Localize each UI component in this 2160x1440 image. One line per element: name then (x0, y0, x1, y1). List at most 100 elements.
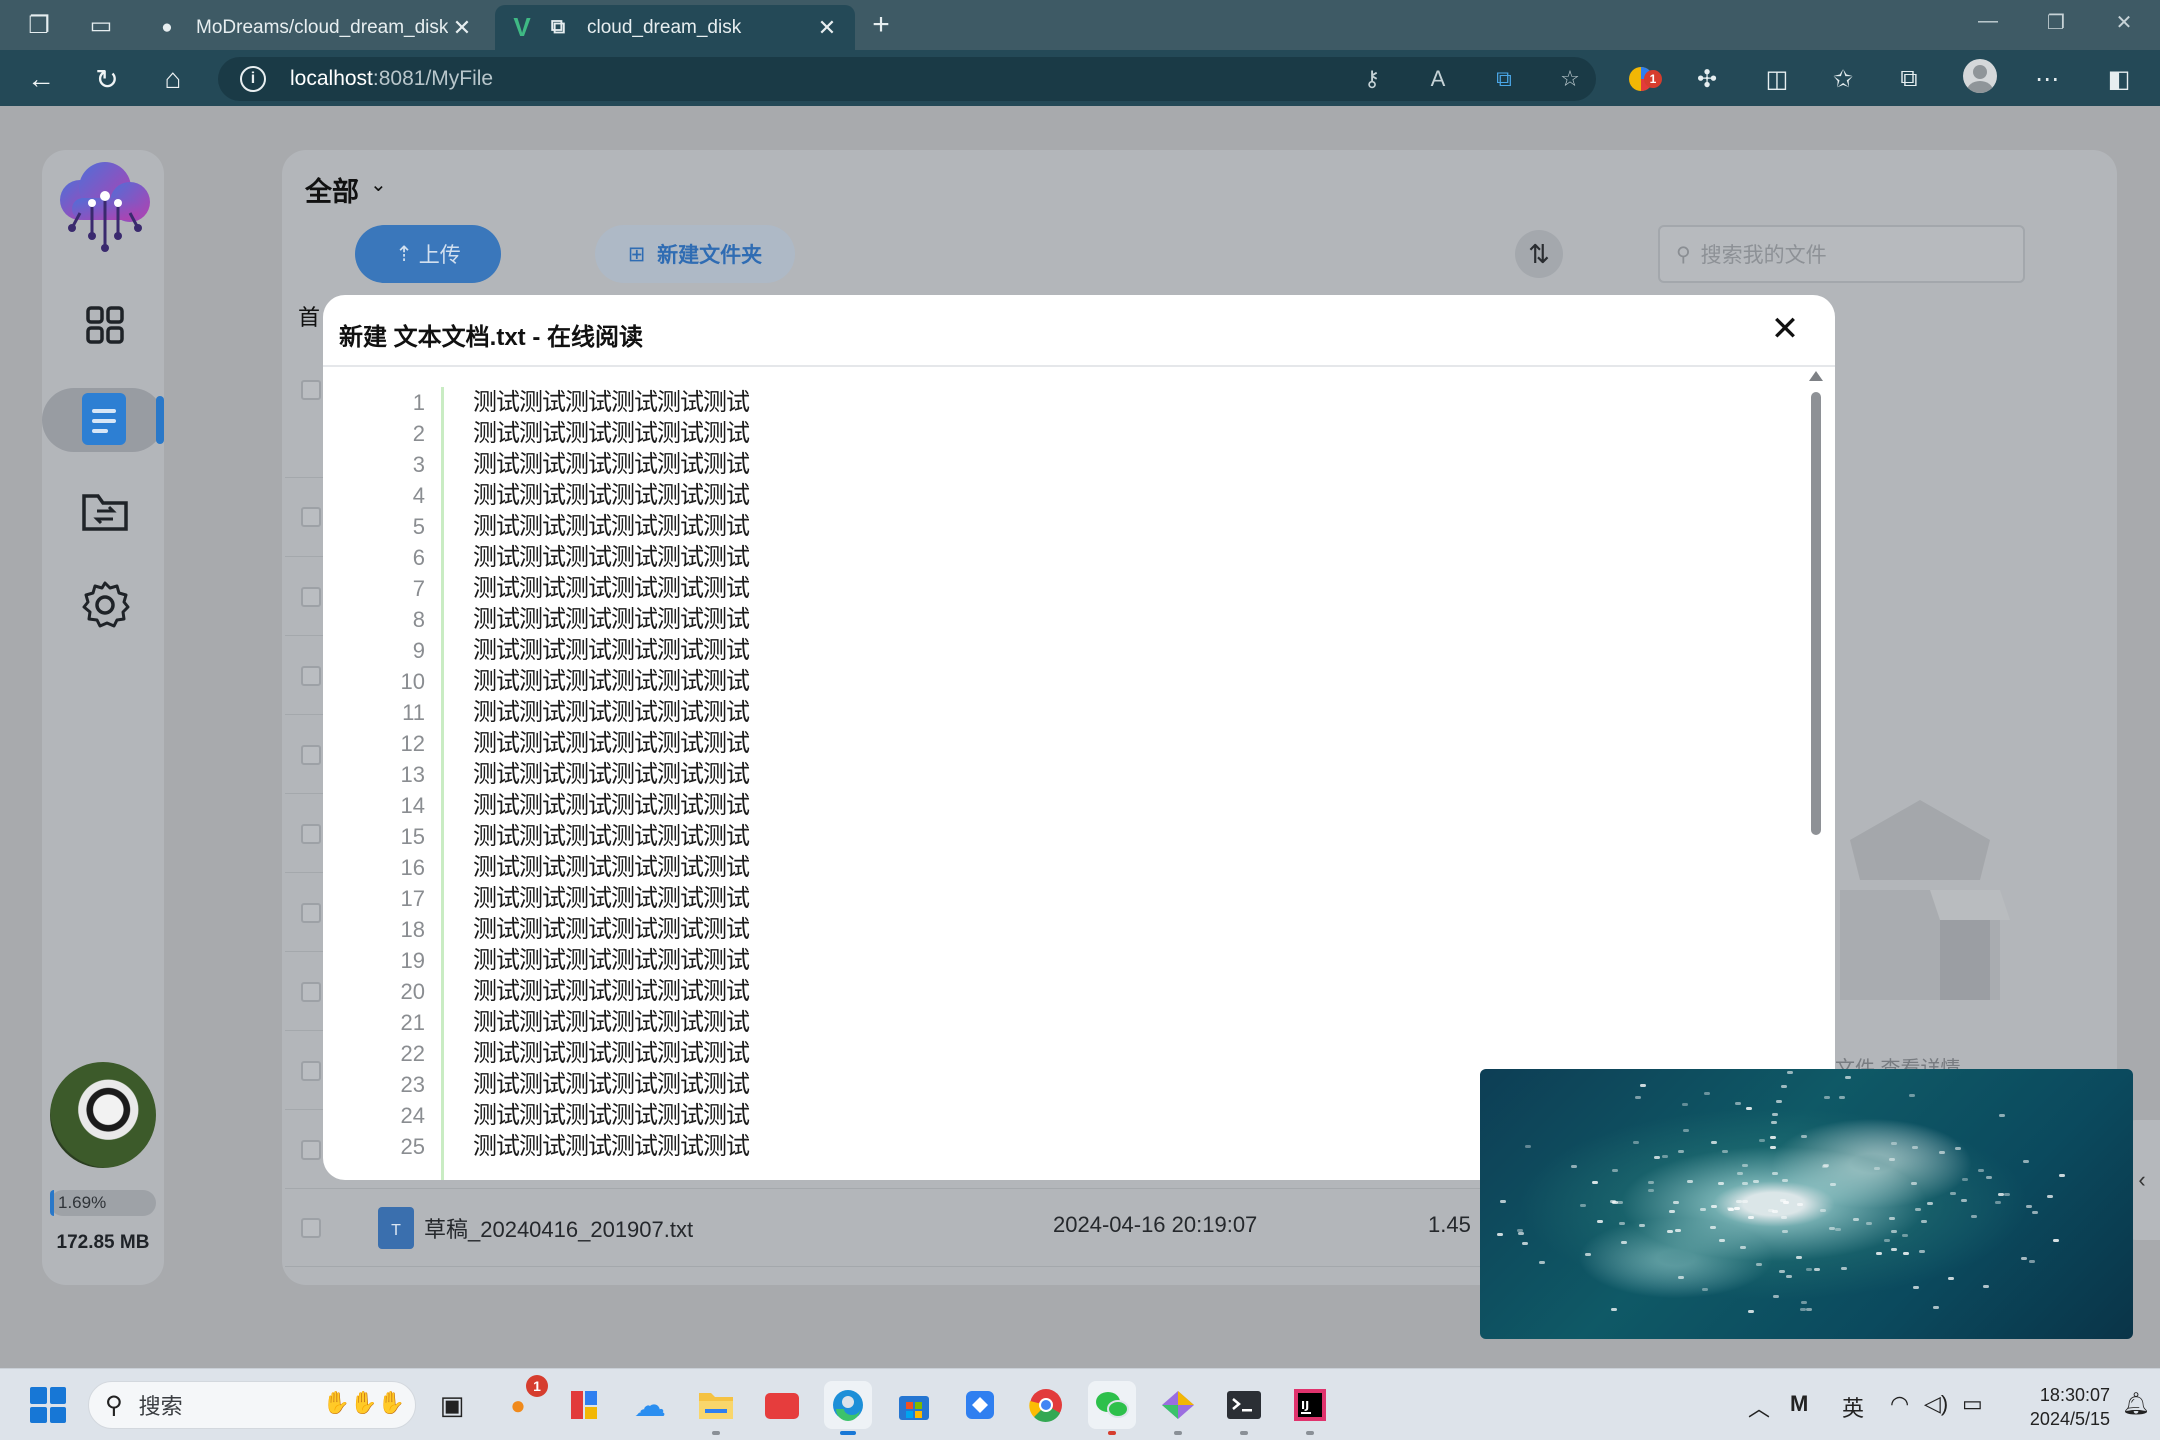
settings-gear-icon[interactable] (80, 580, 130, 630)
user-avatar[interactable] (50, 1062, 156, 1168)
video-spray-dot (1661, 1154, 1668, 1158)
read-aloud-icon[interactable]: A (1424, 66, 1452, 94)
app-install-icon[interactable]: ⧉ (1490, 66, 1518, 94)
video-spray-dot (1786, 1275, 1793, 1279)
huawei-app-icon[interactable] (758, 1381, 806, 1429)
row-checkbox[interactable] (301, 824, 321, 844)
tab-actions-icon[interactable]: ▭ (86, 10, 116, 40)
line-number: 12 (400, 731, 425, 756)
row-checkbox[interactable] (301, 507, 321, 527)
scroll-up-arrow-icon[interactable] (1809, 371, 1823, 381)
edge-browser-icon[interactable] (824, 1381, 872, 1435)
row-checkbox[interactable] (301, 982, 321, 1002)
chrome-icon[interactable] (1022, 1381, 1070, 1429)
taskbar-clock[interactable]: 18:30:07 2024/5/15 (2010, 1383, 2110, 1431)
line-number: 11 (402, 700, 425, 725)
file-scope-dropdown[interactable]: 全部 (305, 170, 359, 209)
restore-icon[interactable]: ❐ (2036, 10, 2076, 35)
split-screen-icon[interactable]: ◫ (1760, 62, 1794, 96)
vertical-scrollbar[interactable] (1809, 371, 1823, 1165)
video-spray-dot (1830, 1182, 1837, 1186)
line-number: 1 (412, 390, 425, 415)
video-spray-dot (1823, 1096, 1830, 1100)
tray-overflow-chevron-icon[interactable]: ︿ (1748, 1391, 1770, 1423)
tab-github[interactable]: ● MoDreams/cloud_dream_disk: — ✕ (140, 5, 490, 50)
windows-start-icon[interactable] (30, 1387, 66, 1423)
video-spray-dot (1932, 1306, 1939, 1310)
taskbar-search-input[interactable]: ⚲ 搜索 ✋✋✋ (88, 1381, 416, 1429)
row-checkbox[interactable] (301, 903, 321, 923)
row-checkbox[interactable] (301, 1140, 321, 1160)
notification-bell-icon[interactable]: 🔔︎ (2122, 1391, 2150, 1417)
minimize-icon[interactable]: — (1968, 10, 2008, 33)
intellij-idea-icon[interactable]: IJ (1286, 1381, 1334, 1435)
line-number: 24 (400, 1103, 425, 1128)
file-name[interactable]: 草稿_20240416_201907.txt (424, 1212, 693, 1244)
video-spray-dot (1852, 1218, 1859, 1222)
share-folder-icon[interactable] (80, 487, 130, 537)
row-checkbox[interactable] (301, 745, 321, 765)
tray-app-icon[interactable]: M (1790, 1391, 1808, 1417)
terminal-icon[interactable] (1220, 1381, 1268, 1435)
back-icon[interactable]: ← (22, 60, 60, 98)
chevron-down-icon[interactable]: ⌄ (370, 172, 387, 197)
tab-cloud-dream-disk[interactable]: V ⧉ cloud_dream_disk ✕ (495, 5, 855, 50)
video-spray-dot (1717, 1182, 1724, 1186)
extensions-puzzle-icon[interactable]: ✣ (1690, 62, 1724, 96)
breadcrumb[interactable]: 首 (298, 300, 320, 332)
close-icon[interactable]: ✕ (1765, 309, 1805, 349)
file-explorer-icon[interactable] (692, 1381, 740, 1435)
text-line: 2 测试测试测试测试测试测试 (323, 418, 1723, 449)
volume-icon[interactable]: ◁) (1924, 1391, 1948, 1417)
search-input[interactable]: ⚲ 搜索我的文件 (1658, 225, 2025, 283)
extension-colorful-icon[interactable]: 1 (1624, 62, 1662, 96)
favorites-icon[interactable]: ✩ (1826, 62, 1860, 96)
workspaces-icon[interactable]: ❐ (24, 10, 54, 40)
video-spray-dot (1748, 1216, 1755, 1220)
app-colorful-icon[interactable] (560, 1381, 608, 1429)
video-spray-dot (1912, 1145, 1919, 1149)
video-spray-dot (1687, 1179, 1694, 1183)
sidebar-toggle-icon[interactable]: ◧ (2102, 62, 2136, 96)
select-all-checkbox[interactable] (301, 380, 321, 400)
refresh-icon[interactable]: ↻ (88, 60, 126, 98)
video-spray-dot (1701, 1288, 1708, 1292)
app-blue-diamond-icon[interactable] (956, 1381, 1004, 1429)
row-checkbox[interactable] (301, 587, 321, 607)
row-checkbox[interactable] (301, 1218, 321, 1238)
collections-icon[interactable]: ⧉ (1892, 62, 1926, 96)
wifi-icon[interactable]: ◠ (1890, 1391, 1909, 1417)
row-checkbox[interactable] (301, 1061, 321, 1081)
wechat-icon[interactable] (1088, 1381, 1136, 1435)
new-folder-button[interactable]: ⊞ 新建文件夹 (595, 225, 795, 283)
microsoft-store-icon[interactable] (890, 1381, 938, 1429)
password-key-icon[interactable]: ⚷ (1358, 66, 1386, 94)
video-spray-dot (1672, 1201, 1679, 1205)
picture-in-picture-video[interactable] (1480, 1069, 2133, 1339)
address-bar[interactable]: i localhost:8081/MyFile ⚷ A ⧉ ☆ (218, 57, 1596, 101)
new-tab-icon[interactable]: + (866, 8, 896, 41)
tab-close-icon[interactable]: ✕ (448, 15, 476, 41)
line-text: 测试测试测试测试测试测试 (473, 668, 750, 695)
more-menu-icon[interactable]: ⋯ (2030, 62, 2064, 96)
upload-button[interactable]: ⇡ 上传 (355, 225, 501, 283)
profile-avatar[interactable] (1963, 59, 1997, 93)
site-info-icon[interactable]: i (240, 66, 266, 92)
app-gem-icon[interactable] (1154, 1381, 1202, 1435)
home-icon[interactable]: ⌂ (154, 60, 192, 98)
app-orange-icon[interactable]: ● 1 (494, 1375, 548, 1429)
text-reader-modal: 新建 文本文档.txt - 在线阅读 ✕ 1 测试测试测试测试测试测试 2 测试测试测… (323, 295, 1835, 1180)
cloud-icon[interactable]: ☁ (626, 1381, 674, 1429)
task-view-icon[interactable]: ▣ (428, 1381, 476, 1429)
tab-close-icon[interactable]: ✕ (813, 15, 841, 41)
line-number: 10 (400, 669, 425, 694)
ime-indicator[interactable]: 英 (1842, 1391, 1864, 1423)
favorite-star-icon[interactable]: ☆ (1556, 66, 1584, 94)
dashboard-grid-icon[interactable] (80, 300, 130, 350)
sort-toggle-icon[interactable]: ⇅ (1515, 230, 1563, 278)
close-window-icon[interactable]: ✕ (2104, 10, 2144, 35)
battery-icon[interactable]: ▭ (1962, 1391, 1983, 1417)
scrollbar-thumb[interactable] (1811, 392, 1821, 835)
text-viewer[interactable]: 1 测试测试测试测试测试测试 2 测试测试测试测试测试测试 3 测试测试测试测试测试测试 4… (323, 387, 1813, 1180)
row-checkbox[interactable] (301, 666, 321, 686)
